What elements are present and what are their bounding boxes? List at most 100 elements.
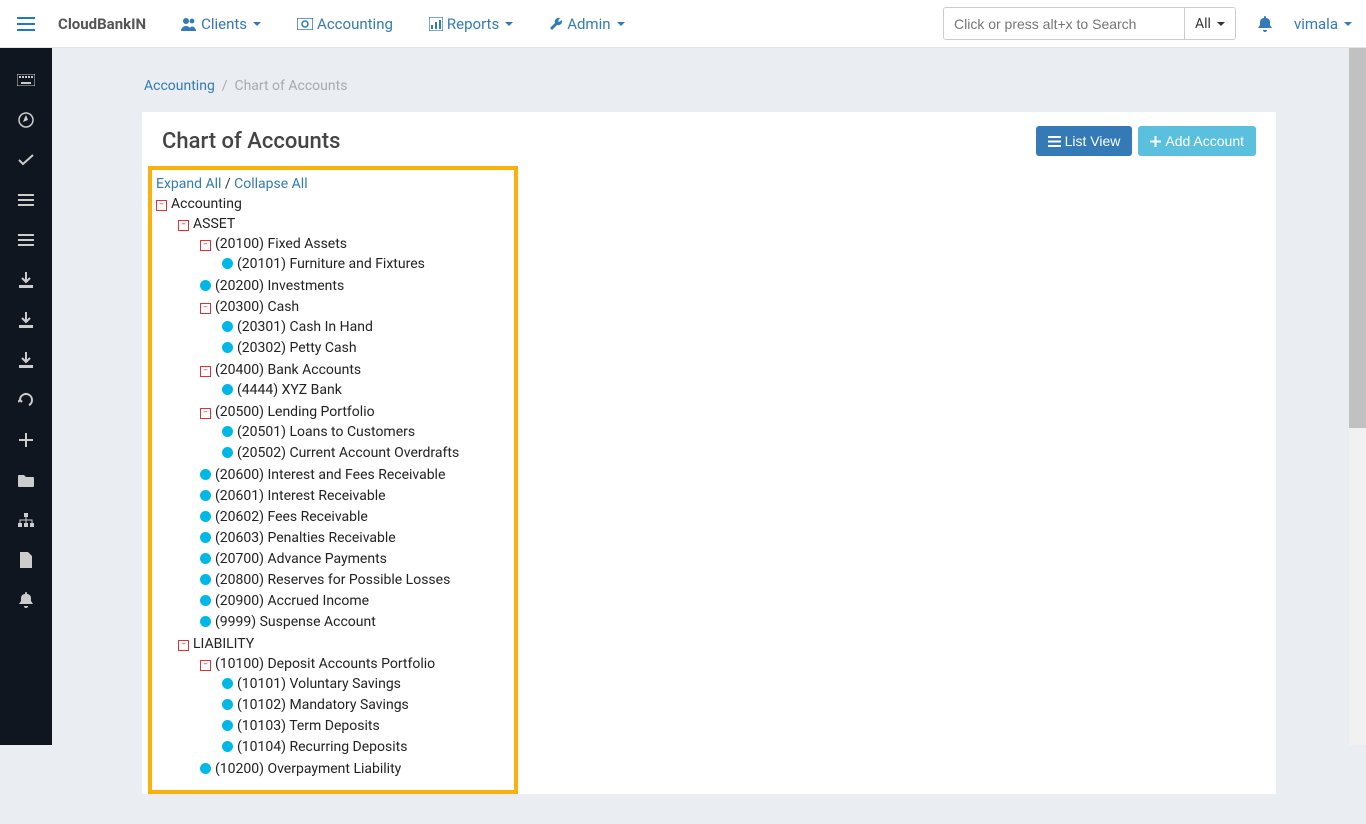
sidebar-keyboard[interactable]	[0, 60, 52, 100]
brand-logo[interactable]: CloudBankIN	[52, 15, 166, 33]
tree-node-20602[interactable]: (20602) Fees Receivable	[215, 509, 368, 525]
accounts-tree: −Accounting −ASSET −(20100) Fixed Assets…	[156, 194, 504, 782]
tree-node-accounting[interactable]: Accounting	[171, 196, 242, 212]
notifications-button[interactable]	[1248, 16, 1282, 32]
tree-node-10100[interactable]: (10100) Deposit Accounts Portfolio	[215, 656, 435, 672]
sidebar-checkin[interactable]	[0, 140, 52, 180]
sidebar-orgtree[interactable]	[0, 500, 52, 540]
refresh-icon	[18, 392, 34, 408]
nav-admin[interactable]: Admin	[534, 2, 639, 46]
tree-node-20400[interactable]: (20400) Bank Accounts	[215, 362, 361, 378]
tree-highlight-box: Expand All / Collapse All −Accounting −A…	[148, 166, 518, 794]
breadcrumb-root[interactable]: Accounting	[144, 78, 215, 94]
tree-node-20601[interactable]: (20601) Interest Receivable	[215, 488, 386, 504]
list-view-button[interactable]: List View	[1036, 126, 1133, 156]
tree-node-20800[interactable]: (20800) Reserves for Possible Losses	[215, 572, 450, 588]
tree-node-liability[interactable]: LIABILITY	[193, 636, 254, 652]
leaf-icon	[200, 763, 211, 774]
tree-node-20300[interactable]: (20300) Cash	[215, 299, 299, 315]
search-filter-label: All	[1195, 16, 1211, 32]
tree-collapse-icon[interactable]: −	[200, 660, 211, 671]
scrollbar[interactable]	[1349, 48, 1366, 745]
money-icon	[297, 18, 313, 30]
list-icon	[1048, 136, 1061, 147]
tree-node-20200[interactable]: (20200) Investments	[215, 278, 344, 294]
sidebar-download1[interactable]	[0, 260, 52, 300]
tree-node-20900[interactable]: (20900) Accrued Income	[215, 593, 369, 609]
leaf-icon	[222, 321, 233, 332]
card: Chart of Accounts List View Add Account …	[142, 112, 1276, 794]
collapse-all-link[interactable]: Collapse All	[234, 176, 307, 192]
nav-clients-label: Clients	[201, 15, 247, 33]
sidebar-toggle-button[interactable]	[0, 0, 52, 48]
caret-icon	[617, 22, 625, 26]
nav-accounting[interactable]: Accounting	[282, 2, 408, 46]
tree-node-9999[interactable]: (9999) Suspense Account	[215, 614, 376, 630]
bell-icon	[1258, 16, 1272, 32]
leaf-icon	[222, 426, 233, 437]
tree-collapse-icon[interactable]: −	[200, 240, 211, 251]
compass-icon	[18, 112, 34, 128]
nav-clients[interactable]: Clients	[166, 2, 276, 46]
sidebar-navigate[interactable]	[0, 100, 52, 140]
tree-node-20500[interactable]: (20500) Lending Portfolio	[215, 404, 375, 420]
tree-node-20700[interactable]: (20700) Advance Payments	[215, 551, 387, 567]
tree-node-10104[interactable]: (10104) Recurring Deposits	[237, 739, 407, 755]
scroll-thumb[interactable]	[1349, 48, 1366, 428]
tree-node-20301[interactable]: (20301) Cash In Hand	[237, 319, 373, 335]
plus-icon	[1150, 136, 1161, 147]
sidebar-journal[interactable]	[0, 380, 52, 420]
expand-all-link[interactable]: Expand All	[156, 176, 221, 192]
search-wrap: All	[943, 7, 1236, 40]
nav-reports[interactable]: Reports	[414, 2, 528, 46]
card-header: Chart of Accounts List View Add Account	[142, 112, 1276, 166]
tree-node-20302[interactable]: (20302) Petty Cash	[237, 340, 357, 356]
caret-icon	[1344, 22, 1352, 26]
top-bar-right: All vimala	[943, 7, 1366, 40]
sidebar-notify[interactable]	[0, 580, 52, 620]
list-view-label: List View	[1065, 133, 1121, 149]
tree-node-20501[interactable]: (20501) Loans to Customers	[237, 424, 415, 440]
tree-node-10103[interactable]: (10103) Term Deposits	[237, 718, 380, 734]
caret-icon	[253, 22, 261, 26]
tree-node-20502[interactable]: (20502) Current Account Overdrafts	[237, 445, 459, 461]
sitemap-icon	[18, 513, 34, 527]
sidebar	[0, 48, 52, 745]
nav-reports-label: Reports	[447, 15, 499, 33]
tree-collapse-icon[interactable]: −	[200, 303, 211, 314]
add-account-button[interactable]: Add Account	[1138, 126, 1256, 156]
sidebar-download3[interactable]	[0, 340, 52, 380]
user-menu[interactable]: vimala	[1294, 15, 1352, 33]
tree-node-20100[interactable]: (20100) Fixed Assets	[215, 236, 347, 252]
tree-node-10200[interactable]: (10200) Overpayment Liability	[215, 761, 401, 777]
sidebar-coa[interactable]	[0, 460, 52, 500]
breadcrumb-current: Chart of Accounts	[234, 78, 347, 94]
leaf-icon	[200, 616, 211, 627]
tree-node-20603[interactable]: (20603) Penalties Receivable	[215, 530, 396, 546]
tree-controls: Expand All / Collapse All	[156, 176, 504, 192]
tree-collapse-icon[interactable]: −	[178, 220, 189, 231]
wrench-icon	[549, 17, 563, 31]
sidebar-download2[interactable]	[0, 300, 52, 340]
tree-collapse-icon[interactable]: −	[156, 200, 167, 211]
leaf-icon	[222, 720, 233, 731]
tree-node-10102[interactable]: (10102) Mandatory Savings	[237, 697, 409, 713]
sidebar-add[interactable]	[0, 420, 52, 460]
folder-icon	[18, 474, 34, 487]
tree-collapse-icon[interactable]: −	[200, 366, 211, 377]
tree-node-asset[interactable]: ASSET	[193, 216, 235, 232]
search-input[interactable]	[944, 8, 1184, 39]
leaf-icon	[222, 342, 233, 353]
search-filter-dropdown[interactable]: All	[1184, 8, 1235, 39]
hamburger-icon	[17, 17, 35, 31]
sidebar-collection1[interactable]	[0, 180, 52, 220]
sidebar-collection2[interactable]	[0, 220, 52, 260]
sidebar-document[interactable]	[0, 540, 52, 580]
tree-collapse-icon[interactable]: −	[200, 408, 211, 419]
tree-node-20101[interactable]: (20101) Furniture and Fixtures	[237, 256, 425, 272]
tree-node-10101[interactable]: (10101) Voluntary Savings	[237, 676, 401, 692]
tree-node-20600[interactable]: (20600) Interest and Fees Receivable	[215, 467, 445, 483]
tree-collapse-icon[interactable]: −	[178, 640, 189, 651]
card-actions: List View Add Account	[1036, 126, 1256, 156]
tree-node-4444[interactable]: (4444) XYZ Bank	[237, 382, 342, 398]
